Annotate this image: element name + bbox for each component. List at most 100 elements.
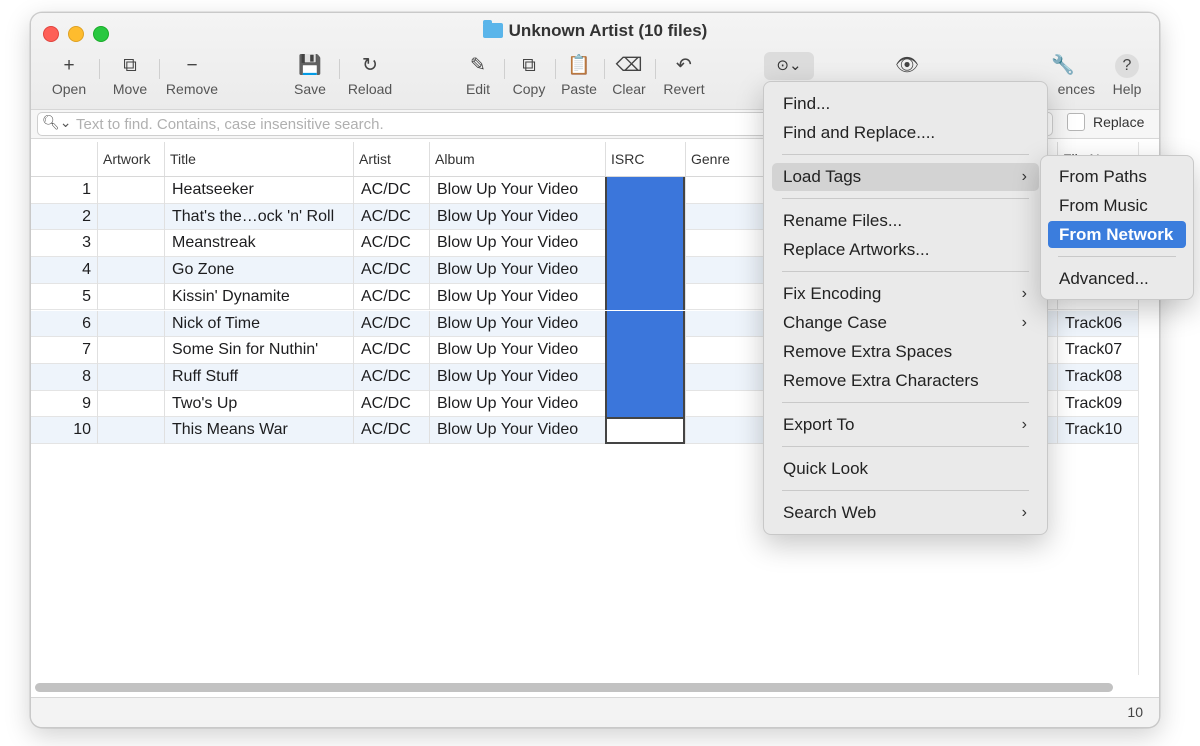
menu-item-remove-extra-characters[interactable]: Remove Extra Characters xyxy=(772,367,1039,395)
artwork-cell[interactable] xyxy=(97,417,164,444)
isrc-cell-selected[interactable] xyxy=(605,257,685,284)
eraser-icon: ⌫ xyxy=(615,55,643,76)
isrc-cell-selected[interactable] xyxy=(605,337,685,364)
replace-label: Replace xyxy=(1093,114,1145,130)
edit-button[interactable]: ✎ Edit xyxy=(457,53,499,103)
menu-item-label: Search Web xyxy=(783,503,877,522)
filename-cell[interactable]: Track10 xyxy=(1057,417,1139,444)
album-cell[interactable]: Blow Up Your Video xyxy=(429,417,605,444)
reload-button[interactable]: ↻ Reload xyxy=(343,53,397,103)
revert-button[interactable]: ↶ Revert xyxy=(659,53,709,103)
artwork-cell[interactable] xyxy=(97,337,164,364)
replace-checkbox[interactable] xyxy=(1067,113,1085,131)
menu-item-fix-encoding[interactable]: Fix Encoding › xyxy=(772,280,1039,308)
title-cell[interactable]: Kissin' Dynamite xyxy=(164,283,353,311)
menu-item-quick-look[interactable]: Quick Look xyxy=(772,455,1039,483)
menu-item-find-replace[interactable]: Find and Replace.... xyxy=(772,119,1039,147)
isrc-cell-selected[interactable] xyxy=(605,310,685,338)
artist-cell[interactable]: AC/DC xyxy=(353,310,429,338)
artwork-cell[interactable] xyxy=(97,257,164,284)
album-cell[interactable]: Blow Up Your Video xyxy=(429,310,605,338)
filename-cell[interactable]: Track08 xyxy=(1057,363,1139,391)
menu-item-find[interactable]: Find... xyxy=(772,90,1039,118)
artist-cell[interactable]: AC/DC xyxy=(353,283,429,311)
artwork-cell[interactable] xyxy=(97,230,164,258)
paste-button[interactable]: 📋 Paste xyxy=(557,53,601,103)
artist-cell[interactable]: AC/DC xyxy=(353,177,429,204)
column-header-artwork[interactable]: Artwork xyxy=(97,142,164,176)
album-cell[interactable]: Blow Up Your Video xyxy=(429,230,605,258)
menu-item-replace-artworks[interactable]: Replace Artworks... xyxy=(772,236,1039,264)
isrc-cell-selected[interactable] xyxy=(605,283,685,311)
clear-button[interactable]: ⌫ Clear xyxy=(607,53,651,103)
artist-cell[interactable]: AC/DC xyxy=(353,257,429,284)
artwork-cell[interactable] xyxy=(97,363,164,391)
submenu-item-from-network[interactable]: From Network xyxy=(1048,221,1186,248)
menu-item-change-case[interactable]: Change Case › xyxy=(772,309,1039,337)
title-cell[interactable]: Heatseeker xyxy=(164,177,353,204)
more-actions-button[interactable]: ⊙⌄ xyxy=(764,52,814,80)
remove-button[interactable]: − Remove xyxy=(163,53,221,103)
filename-cell[interactable]: Track06 xyxy=(1057,310,1139,338)
album-cell[interactable]: Blow Up Your Video xyxy=(429,390,605,418)
folder-icon xyxy=(482,20,503,38)
isrc-cell-selected[interactable] xyxy=(605,177,685,204)
wrench-icon: 🔧 xyxy=(1051,55,1075,76)
menu-item-rename-files[interactable]: Rename Files... xyxy=(772,207,1039,235)
menu-item-load-tags[interactable]: Load Tags › xyxy=(772,163,1039,191)
save-button[interactable]: 💾 Save xyxy=(287,53,333,103)
artist-cell[interactable]: AC/DC xyxy=(353,203,429,231)
filename-cell[interactable]: Track09 xyxy=(1057,390,1139,418)
open-button[interactable]: + Open xyxy=(45,53,93,103)
window-title-area: Unknown Artist (10 files) xyxy=(31,20,1159,41)
column-header-index[interactable] xyxy=(31,142,97,176)
filename-cell[interactable]: Track07 xyxy=(1057,337,1139,364)
album-cell[interactable]: Blow Up Your Video xyxy=(429,283,605,311)
album-cell[interactable]: Blow Up Your Video xyxy=(429,337,605,364)
artwork-cell[interactable] xyxy=(97,203,164,231)
menu-item-remove-extra-spaces[interactable]: Remove Extra Spaces xyxy=(772,338,1039,366)
column-header-title[interactable]: Title xyxy=(164,142,353,176)
artist-cell[interactable]: AC/DC xyxy=(353,363,429,391)
artwork-cell[interactable] xyxy=(97,390,164,418)
artist-cell[interactable]: AC/DC xyxy=(353,230,429,258)
column-header-album[interactable]: Album xyxy=(429,142,605,176)
undo-icon: ↶ xyxy=(676,55,692,76)
artwork-cell[interactable] xyxy=(97,310,164,338)
title-cell[interactable]: Go Zone xyxy=(164,257,353,284)
album-cell[interactable]: Blow Up Your Video xyxy=(429,177,605,204)
artist-cell[interactable]: AC/DC xyxy=(353,417,429,444)
isrc-cell-active[interactable] xyxy=(605,417,685,444)
album-cell[interactable]: Blow Up Your Video xyxy=(429,257,605,284)
submenu-item-from-paths[interactable]: From Paths xyxy=(1048,163,1186,190)
title-cell[interactable]: Nick of Time xyxy=(164,310,353,338)
title-cell[interactable]: That's the…ock 'n' Roll xyxy=(164,203,353,231)
menu-item-export-to[interactable]: Export To › xyxy=(772,411,1039,439)
artist-cell[interactable]: AC/DC xyxy=(353,390,429,418)
copy-button[interactable]: ⧉ Copy xyxy=(507,53,551,103)
move-button[interactable]: ⧉ Move xyxy=(105,53,155,103)
horizontal-scrollbar[interactable] xyxy=(35,683,1113,692)
title-cell[interactable]: Two's Up xyxy=(164,390,353,418)
title-cell[interactable]: Meanstreak xyxy=(164,230,353,258)
isrc-cell-selected[interactable] xyxy=(605,230,685,258)
column-header-artist[interactable]: Artist xyxy=(353,142,429,176)
artwork-cell[interactable] xyxy=(97,283,164,311)
search-icon[interactable]: 🔍︎⌄ xyxy=(42,114,72,131)
isrc-cell-selected[interactable] xyxy=(605,363,685,391)
album-cell[interactable]: Blow Up Your Video xyxy=(429,203,605,231)
help-button[interactable]: ? Help xyxy=(1105,53,1149,103)
submenu-item-advanced[interactable]: Advanced... xyxy=(1048,265,1186,292)
row-number: 7 xyxy=(82,341,91,359)
title-cell[interactable]: This Means War xyxy=(164,417,353,444)
artwork-cell[interactable] xyxy=(97,177,164,204)
isrc-cell-selected[interactable] xyxy=(605,203,685,231)
menu-item-search-web[interactable]: Search Web › xyxy=(772,499,1039,527)
submenu-item-from-music[interactable]: From Music xyxy=(1048,192,1186,219)
isrc-cell-selected[interactable] xyxy=(605,390,685,418)
column-header-isrc[interactable]: ISRC xyxy=(605,142,685,176)
artist-cell[interactable]: AC/DC xyxy=(353,337,429,364)
title-cell[interactable]: Ruff Stuff xyxy=(164,363,353,391)
album-cell[interactable]: Blow Up Your Video xyxy=(429,363,605,391)
title-cell[interactable]: Some Sin for Nuthin' xyxy=(164,337,353,364)
